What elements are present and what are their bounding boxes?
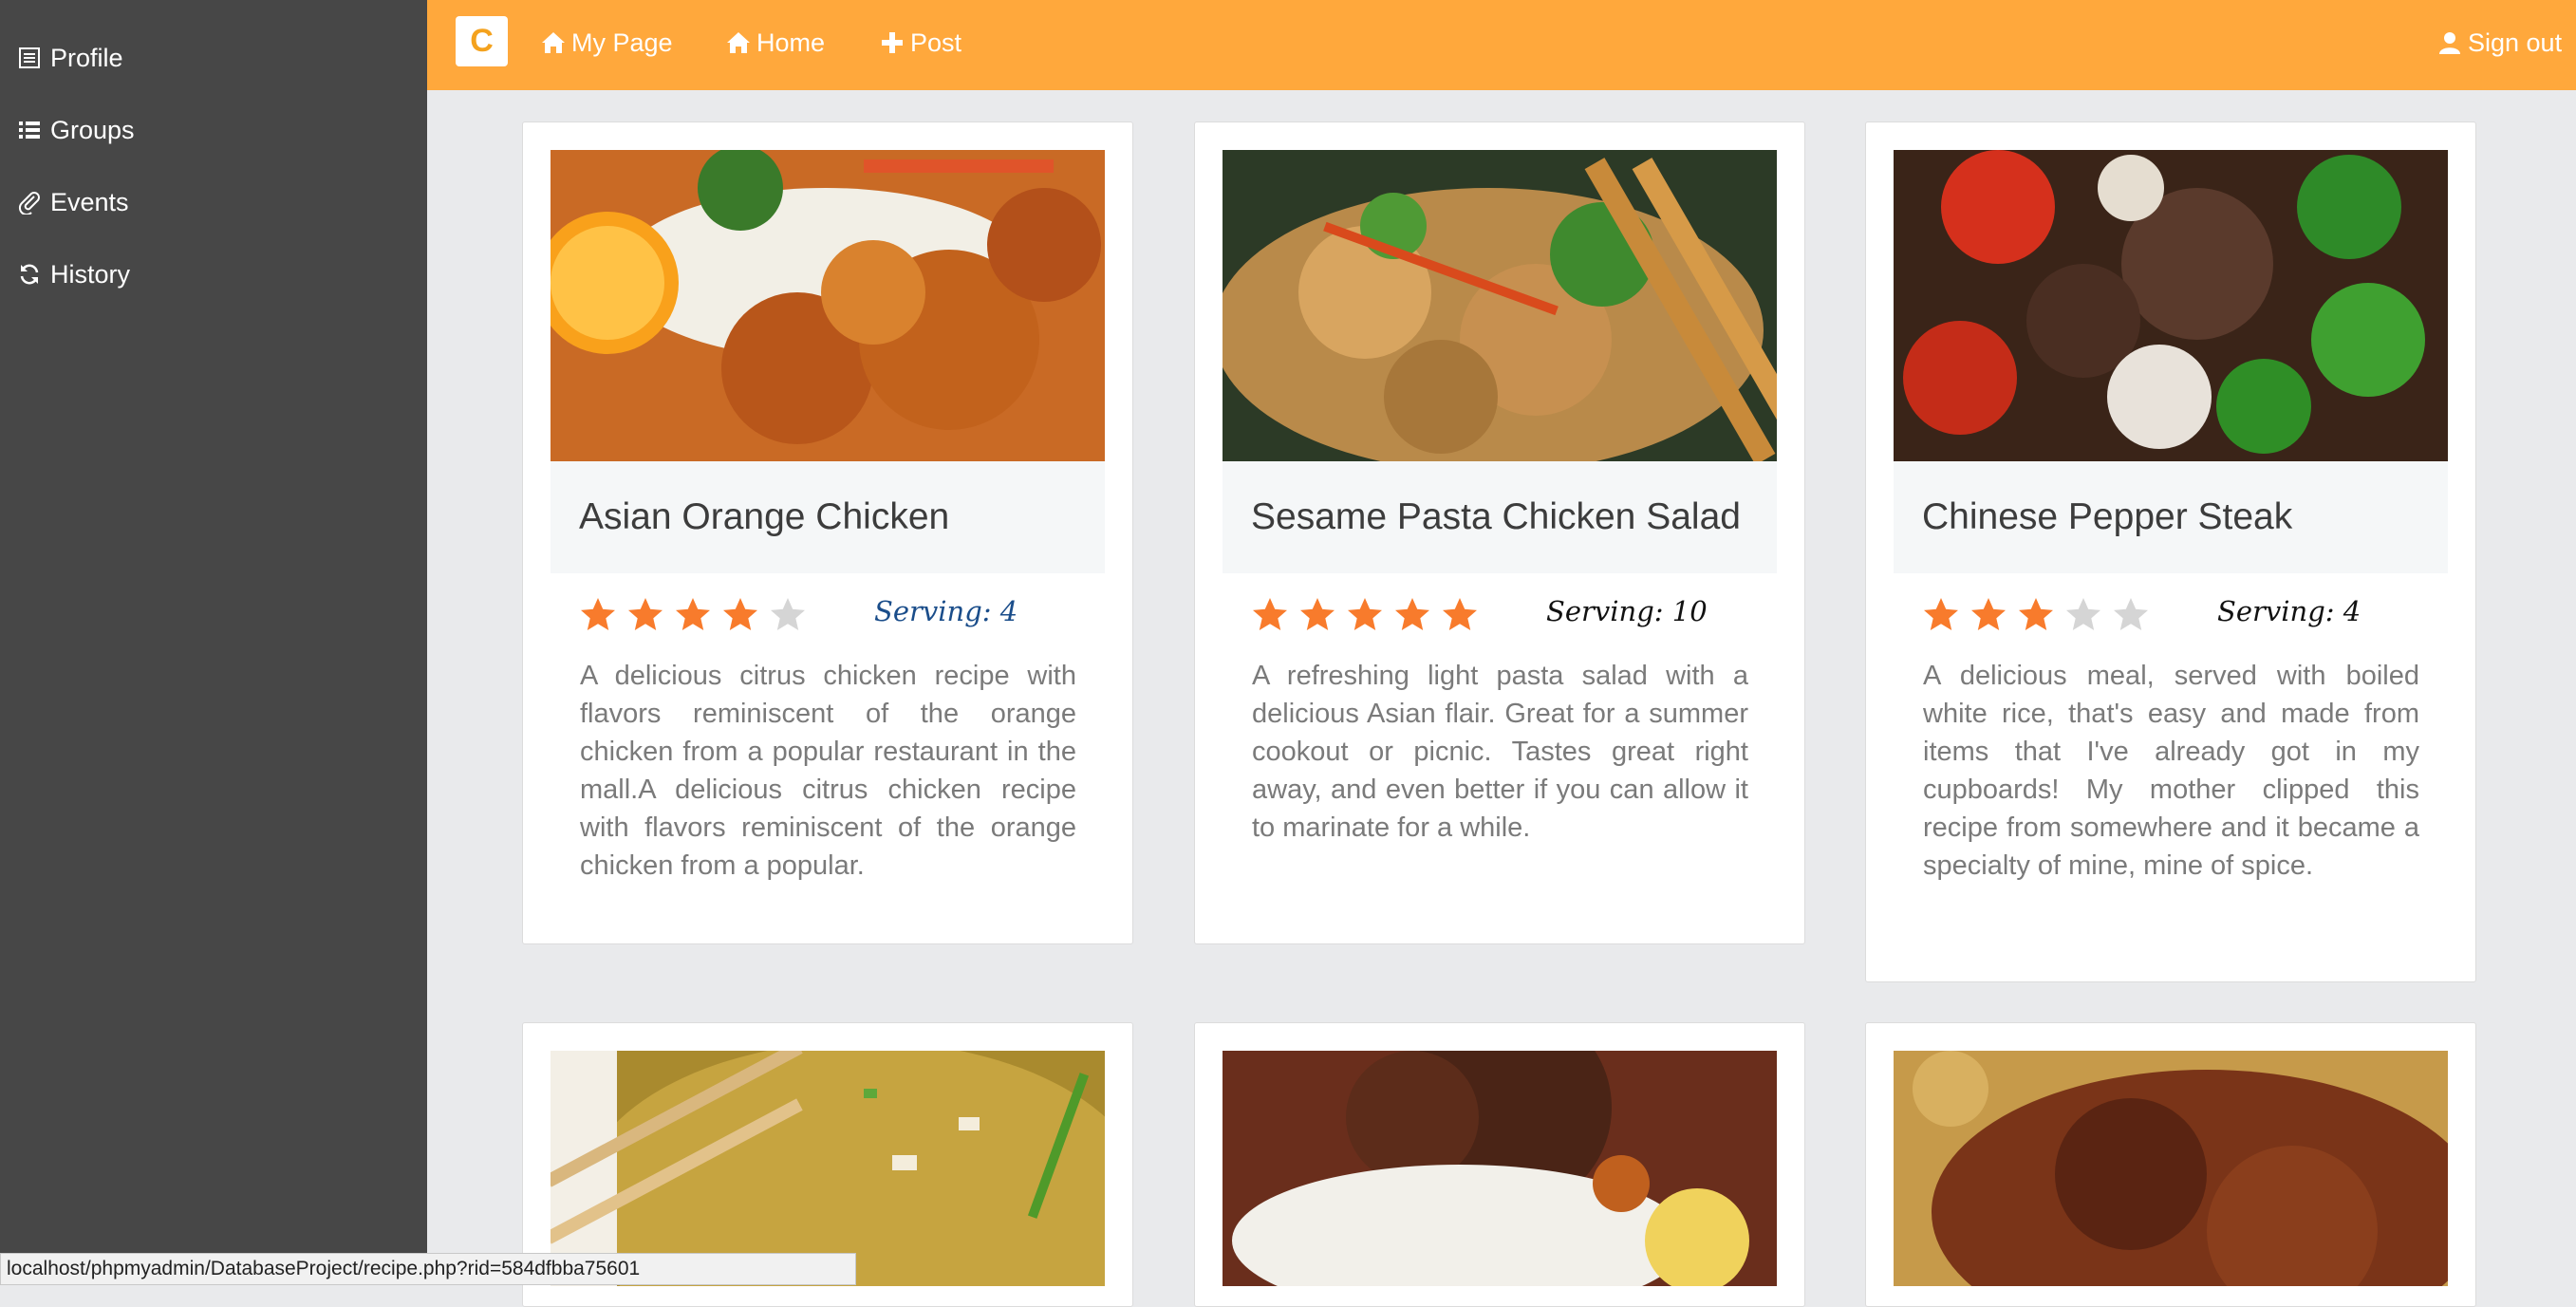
sidebar-item-groups[interactable]: Groups [17,107,135,153]
rating-stars [1252,597,1489,639]
sidebar-item-events[interactable]: Events [17,179,129,225]
star-empty-icon [2114,598,2148,630]
sidebar-item-profile[interactable]: Profile [17,35,123,81]
nav-label: Post [910,28,962,57]
sidebar-item-label: Profile [50,43,123,72]
star-filled-icon [723,598,757,630]
star-filled-icon [2019,598,2053,630]
sidebar-item-label: Groups [50,115,135,144]
nav-home[interactable]: Home [726,24,825,62]
serving-count: Serving: 4 [2217,595,2361,627]
user-icon [2439,32,2460,54]
sidebar-item-label: History [50,259,131,289]
sidebar-item-history[interactable]: History [17,252,130,297]
recipe-image-orange-chicken[interactable] [551,150,1105,461]
sidebar-item-label: Events [50,187,129,216]
star-filled-icon [1348,598,1382,630]
list-alt-icon [19,47,40,68]
recipe-image-roast-chicken[interactable] [1894,1051,2448,1286]
home-icon [727,32,750,53]
recipe-title[interactable]: Sesame Pasta Chicken Salad [1223,461,1777,573]
plus-icon [882,32,903,53]
serving-count: Serving: 4 [874,595,1018,627]
recipe-card[interactable] [1194,1022,1805,1307]
star-empty-icon [771,598,805,630]
status-bar-url: localhost/phpmyadmin/DatabaseProject/rec… [0,1253,856,1285]
rating-stars [580,597,817,639]
recipe-description: A delicious citrus chicken recipe with f… [580,661,1076,881]
star-filled-icon [1395,598,1429,630]
recipe-image-pork-rice[interactable] [1223,1051,1777,1286]
recipe-title[interactable]: Chinese Pepper Steak [1894,461,2448,573]
star-filled-icon [1300,598,1335,630]
star-filled-icon [1971,598,2006,630]
nav-label: Home [756,28,826,57]
top-navbar: C My Page Home Post Sign out [427,0,2576,90]
sign-out-button[interactable]: Sign out [2437,24,2562,62]
nav-my-page[interactable]: My Page [541,24,673,62]
paperclip-icon [18,192,40,215]
sign-out-label: Sign out [2468,28,2563,57]
recipe-card[interactable] [1865,1022,2476,1307]
star-filled-icon [676,598,710,630]
brand-logo[interactable]: C [456,16,508,66]
recipe-card[interactable]: Chinese Pepper Steak Serving: 4 A delici… [1865,121,2476,982]
list-icon [19,121,40,139]
recipe-card[interactable]: Asian Orange Chicken Serving: 4 A delici… [522,121,1133,944]
nav-label: My Page [571,28,673,57]
nav-post[interactable]: Post [880,24,961,62]
recipe-card[interactable]: Sesame Pasta Chicken Salad Serving: 10 A… [1194,121,1805,944]
star-empty-icon [2066,598,2100,630]
recipe-image-sesame-pasta[interactable] [1223,150,1777,461]
serving-count: Serving: 10 [1546,595,1708,627]
recipe-description: A refreshing light pasta salad with a de… [1252,661,1748,843]
sidebar: Profile Groups Events History [0,0,427,1285]
star-filled-icon [628,598,663,630]
recipe-description: A delicious meal, served with boiled whi… [1923,661,2419,881]
star-filled-icon [581,598,615,630]
star-filled-icon [1253,598,1287,630]
home-icon [542,32,565,53]
recipe-image-miso-soup[interactable] [551,1051,1105,1286]
rating-stars [1923,597,2160,639]
star-filled-icon [1443,598,1477,630]
refresh-icon [20,264,39,285]
recipe-title[interactable]: Asian Orange Chicken [551,461,1105,573]
star-filled-icon [1924,598,1958,630]
recipe-image-pepper-steak[interactable] [1894,150,2448,461]
